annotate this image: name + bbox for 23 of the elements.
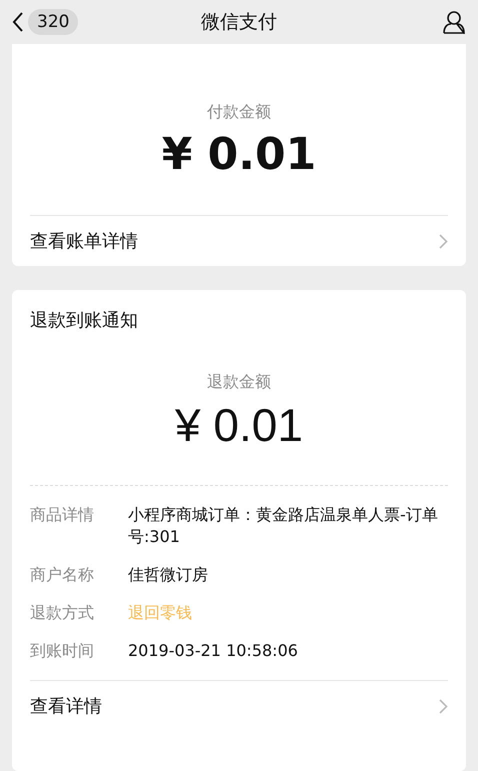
person-icon[interactable]	[442, 10, 466, 34]
back-icon[interactable]	[12, 11, 24, 33]
back-count-button[interactable]: 320	[28, 9, 78, 35]
row-label: 商品详情	[30, 504, 95, 526]
row-value: 小程序商城订单：黄金路店温泉单人票-订单号:301	[128, 504, 439, 548]
link-label: 查看详情	[30, 695, 102, 718]
payment-amount: ¥ 0.01	[160, 128, 318, 182]
row-label: 商户名称	[30, 564, 95, 586]
window-title: 微信支付	[201, 10, 277, 35]
row-value: 退回零钱	[128, 602, 193, 624]
chevron-icon	[439, 698, 448, 714]
details-link[interactable]: 查看详情	[30, 680, 448, 731]
refund-amount: ¥ 0.01	[174, 398, 304, 453]
row-value: 2019-03-21 10:58:06	[128, 640, 299, 662]
row-label: 退款方式	[30, 602, 95, 624]
chevron-icon	[439, 234, 448, 248]
row-value: 佳哲微订房	[128, 564, 209, 586]
row-label: 到账时间	[30, 640, 95, 662]
card-title: 退款到账通知	[30, 309, 139, 332]
bill-details-link[interactable]: 查看账单详情	[30, 215, 448, 266]
link-label: 查看账单详情	[30, 230, 138, 253]
amount-label: 退款金额	[206, 372, 272, 393]
amount-label: 付款金额	[206, 102, 272, 123]
